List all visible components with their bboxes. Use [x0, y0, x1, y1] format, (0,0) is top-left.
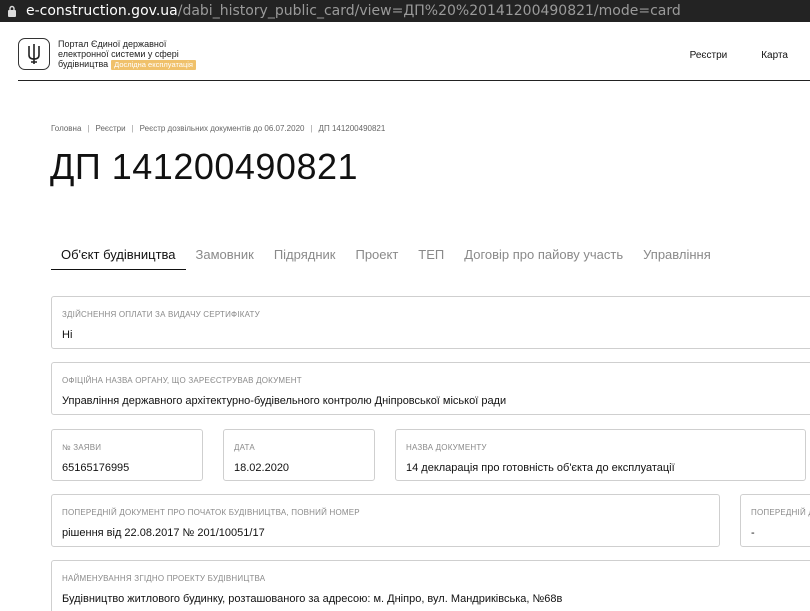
- breadcrumb-separator: |: [87, 124, 90, 133]
- project-name-label: Найменування згідно проекту будівництва: [62, 574, 266, 583]
- organ-label: Офіційна назва органу, що зареєстрував д…: [62, 376, 302, 385]
- beta-badge: Дослідна експлуатація: [111, 60, 196, 70]
- prev-doc-label: Попередній документ про початок будівниц…: [62, 508, 360, 517]
- portal-title-line1: Портал Єдиної державної: [58, 39, 167, 49]
- trident-logo-icon[interactable]: [18, 38, 50, 70]
- portal-title-line2: електронної системи у сфері: [58, 49, 179, 59]
- application-no-value: 65165176995: [62, 462, 130, 474]
- breadcrumb-home[interactable]: Головна: [51, 124, 81, 133]
- breadcrumb-separator: |: [131, 124, 134, 133]
- tab-project[interactable]: Проект: [345, 242, 408, 270]
- date-value: 18.02.2020: [234, 462, 290, 474]
- tab-equity-agreement[interactable]: Договір про пайову участь: [454, 242, 633, 270]
- application-no-label: № заяви: [62, 443, 102, 452]
- tab-tep[interactable]: ТЕП: [408, 242, 454, 270]
- tab-construction-object[interactable]: Об'єкт будівництва: [51, 242, 186, 270]
- project-name-value: Будівництво житлового будинку, розташова…: [62, 593, 563, 605]
- payment-label: Здійснення оплати за видачу сертифікату: [62, 310, 260, 319]
- organ-value: Управління державного архітектурно-будів…: [62, 395, 507, 407]
- portal-title-line3: будівництва: [58, 59, 109, 69]
- breadcrumb-registry[interactable]: Реєстр дозвільних документів до 06.07.20…: [140, 124, 305, 133]
- tab-contractor[interactable]: Підрядник: [264, 242, 346, 270]
- site-header: Портал Єдиної державної електронної сист…: [18, 30, 810, 81]
- doc-name-value: 14 декларація про готовність об'єкта до …: [406, 462, 675, 474]
- nav-registries[interactable]: Реєстри: [690, 50, 728, 61]
- prev-doc2-field: Попередній д -: [740, 494, 810, 547]
- application-no-field: № заяви 65165176995: [51, 429, 203, 481]
- doc-name-field: Назва документу 14 декларація про готовн…: [395, 429, 806, 481]
- breadcrumb-separator: |: [310, 124, 313, 133]
- prev-doc2-value: -: [751, 527, 755, 539]
- doc-name-label: Назва документу: [406, 443, 487, 452]
- project-name-field: Найменування згідно проекту будівництва …: [51, 560, 810, 611]
- payment-field: Здійснення оплати за видачу сертифікату …: [51, 296, 810, 349]
- date-label: Дата: [234, 443, 255, 452]
- browser-address-bar[interactable]: e-construction.gov.ua /dabi_history_publ…: [0, 0, 810, 22]
- date-field: Дата 18.02.2020: [223, 429, 375, 481]
- main-nav: Реєстри Карта: [690, 50, 788, 61]
- url-path: /dabi_history_public_card/view=ДП%20%201…: [177, 3, 681, 19]
- nav-map[interactable]: Карта: [761, 50, 788, 61]
- tab-customer[interactable]: Замовник: [186, 242, 264, 270]
- portal-title: Портал Єдиної державної електронної сист…: [58, 39, 196, 70]
- breadcrumb: Головна | Реєстри | Реєстр дозвільних до…: [51, 124, 385, 133]
- breadcrumb-current: ДП 141200490821: [318, 124, 386, 133]
- page-title: ДП 141200490821: [50, 146, 359, 187]
- tab-management[interactable]: Управління: [633, 242, 721, 270]
- page-root: e-construction.gov.ua /dabi_history_publ…: [0, 0, 810, 611]
- lock-icon: [4, 3, 20, 19]
- breadcrumb-registries[interactable]: Реєстри: [95, 124, 125, 133]
- prev-doc2-label: Попередній д: [751, 508, 810, 517]
- prev-doc-value: рішення від 22.08.2017 № 201/10051/17: [62, 527, 265, 539]
- url-domain: e-construction.gov.ua: [26, 3, 178, 19]
- tab-bar: Об'єкт будівництва Замовник Підрядник Пр…: [51, 242, 721, 270]
- payment-value: Ні: [62, 329, 73, 341]
- prev-doc-field: Попередній документ про початок будівниц…: [51, 494, 720, 547]
- organ-field: Офіційна назва органу, що зареєстрував д…: [51, 362, 810, 415]
